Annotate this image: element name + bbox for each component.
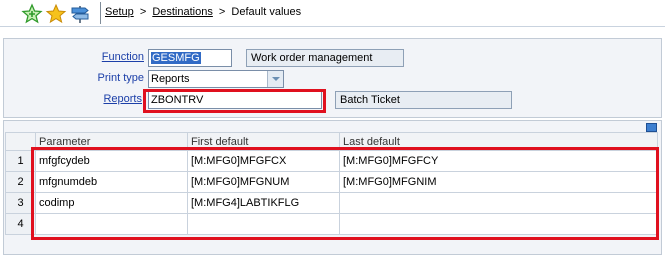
print-type-select[interactable]: Reports <box>148 70 284 88</box>
function-field[interactable]: GESMFG <box>148 49 232 67</box>
parameters-grid: Parameter First default Last default 1 m… <box>5 132 658 235</box>
table-row[interactable]: 2 mfgnumdeb [M:MFG0]MFGNUM [M:MFG0]MFGNI… <box>5 171 658 193</box>
first-default-cell[interactable]: [M:MFG0]MFGFCX <box>187 150 340 172</box>
chevron-down-icon[interactable] <box>267 71 283 87</box>
breadcrumb-destinations[interactable]: Destinations <box>152 6 213 18</box>
table-row[interactable]: 1 mfgfcydeb [M:MFG0]MFGFCX [M:MFG0]MFGFC… <box>5 150 658 172</box>
row-number: 4 <box>5 213 36 235</box>
reports-description: Batch Ticket <box>335 91 512 109</box>
breadcrumb-separator: > <box>218 6 226 18</box>
last-default-cell[interactable]: [M:MFG0]MFGNIM <box>339 171 658 193</box>
breadcrumb-separator: > <box>139 6 147 18</box>
row-number-header <box>5 132 36 151</box>
print-type-value: Reports <box>151 73 190 85</box>
row-number: 2 <box>5 171 36 193</box>
table-row[interactable]: 3 codimp [M:MFG4]LABTIKFLG <box>5 192 658 214</box>
first-default-cell[interactable] <box>187 213 340 235</box>
toolbar-separator <box>100 2 101 24</box>
print-type-label: Print type <box>97 72 144 84</box>
function-description: Work order management <box>246 49 404 67</box>
last-default-column-header[interactable]: Last default <box>339 132 658 151</box>
parameter-cell[interactable]: mfgnumdeb <box>35 171 188 193</box>
grid-header-row: Parameter First default Last default <box>5 132 658 151</box>
breadcrumb-setup[interactable]: Setup <box>105 6 134 18</box>
first-default-column-header[interactable]: First default <box>187 132 340 151</box>
reports-field[interactable]: ZBONTRV <box>148 91 322 109</box>
signpost-icon[interactable] <box>69 3 91 25</box>
add-favorite-icon[interactable] <box>21 3 43 25</box>
row-number: 3 <box>5 192 36 214</box>
last-default-cell[interactable] <box>339 213 658 235</box>
function-label[interactable]: Function <box>64 51 144 63</box>
parameter-cell[interactable]: codimp <box>35 192 188 214</box>
reports-label[interactable]: Reports <box>62 93 142 105</box>
header-form: Function GESMFG Work order management Pr… <box>3 38 662 118</box>
favorites-star-icon[interactable] <box>45 3 67 25</box>
table-row[interactable]: 4 <box>5 213 658 235</box>
expand-grid-icon[interactable] <box>646 123 657 132</box>
reports-value: ZBONTRV <box>151 94 204 106</box>
last-default-cell[interactable] <box>339 192 658 214</box>
row-number: 1 <box>5 150 36 172</box>
parameter-cell[interactable] <box>35 213 188 235</box>
breadcrumb-current: Default values <box>231 6 302 18</box>
function-value: GESMFG <box>151 52 201 64</box>
last-default-cell[interactable]: [M:MFG0]MFGFCY <box>339 150 658 172</box>
parameter-column-header[interactable]: Parameter <box>35 132 188 151</box>
first-default-cell[interactable]: [M:MFG4]LABTIKFLG <box>187 192 340 214</box>
toolbar: Setup > Destinations > Default values <box>0 0 665 27</box>
breadcrumb: Setup > Destinations > Default values <box>105 6 301 18</box>
first-default-cell[interactable]: [M:MFG0]MFGNUM <box>187 171 340 193</box>
parameter-cell[interactable]: mfgfcydeb <box>35 150 188 172</box>
parameters-grid-panel: Parameter First default Last default 1 m… <box>3 120 662 255</box>
